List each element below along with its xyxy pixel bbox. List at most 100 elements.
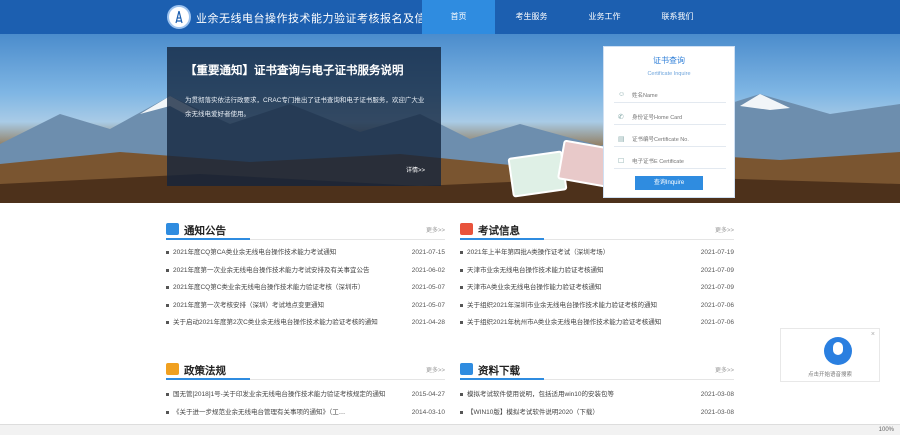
bullet xyxy=(166,286,169,289)
list-item[interactable]: 2021年度第一次业余无线电台操作技术能力考试安排及有关事宜公告 2021-06-… xyxy=(166,262,445,280)
item-title[interactable]: 2021年度第一次业余无线电台操作技术能力考试安排及有关事宜公告 xyxy=(173,262,393,280)
policy-more-link[interactable]: 更多>> xyxy=(426,365,445,374)
close-icon[interactable]: × xyxy=(871,331,875,338)
item-title[interactable]: 国无管[2018]1号-关于印发业余无线电台操作技术能力验证考核规定的通知 xyxy=(173,386,393,404)
item-title[interactable]: 模拟考试软件使用说明，包括适用win10的安装包等 xyxy=(467,386,687,404)
item-date: 2021-03-08 xyxy=(700,391,734,398)
announcement-icon xyxy=(166,223,179,235)
bullet xyxy=(460,303,463,307)
zoom-level[interactable]: 100% xyxy=(879,425,894,435)
book-icon xyxy=(166,363,179,375)
item-title[interactable]: 关于组织2021年深圳市业余无线电台操作技术能力验证考核的通知 xyxy=(467,297,687,315)
checkbox-icon[interactable]: ☐ xyxy=(618,157,624,165)
notice-section-header: 通知公告 更多>> xyxy=(166,218,445,240)
bullet xyxy=(166,410,169,414)
query-subtitle: Certificate Inquire xyxy=(647,71,691,77)
list-item[interactable]: 《关于进一步规范业余无线电台管理有关事项的通知》（工… 2014-03-10 xyxy=(166,404,445,422)
notice-more-link[interactable]: 详情>> xyxy=(406,165,425,174)
notice-more-link[interactable]: 更多>> xyxy=(426,225,445,234)
bullet xyxy=(166,268,169,272)
list-item[interactable]: 天津市业余无线电台操作技术能力验证考核通知 2021-07-09 xyxy=(460,262,734,280)
bullet xyxy=(460,393,463,396)
item-title[interactable]: 2021年度CQ第C类业余无线电台操作技术能力验证考核（深圳市） xyxy=(173,279,393,297)
item-date: 2021-05-07 xyxy=(411,301,445,309)
bullet xyxy=(460,321,463,324)
name-input[interactable] xyxy=(632,89,724,102)
site-header: 业余无线电台操作技术能力验证考核报名及信息管理系统 首页 考生服务 业务工作 联… xyxy=(0,0,900,34)
item-date: 2021-07-06 xyxy=(700,301,734,309)
download-icon xyxy=(460,363,473,375)
certificate-query-panel: 证书查询 Certificate Inquire ☺ ✆ ▤ ☐ 查询Inqui… xyxy=(603,46,735,198)
item-title[interactable]: 2021年上半年第四批A类操作证考试（深圳考场） xyxy=(467,244,687,262)
bullet xyxy=(166,393,169,396)
section-underline xyxy=(460,378,544,380)
list-item[interactable]: 2021年度CQ第CA类业余无线电台操作技术能力考试通知 2021-07-15 xyxy=(166,244,445,262)
list-item[interactable]: 【WIN10版】模拟考试软件说明2020（下载） 2021-03-08 xyxy=(460,404,734,422)
e-cert-field[interactable]: ☐ xyxy=(614,155,726,169)
item-date: 2021-06-02 xyxy=(411,266,445,274)
bullet xyxy=(166,321,169,324)
nav-candidate-service[interactable]: 考生服务 xyxy=(495,0,568,34)
query-button[interactable]: 查询Inquire xyxy=(635,176,703,190)
notice-section: 通知公告 更多>> 2021年度CQ第CA类业余无线电台操作技术能力考试通知 20… xyxy=(166,218,445,332)
download-list: 模拟考试软件使用说明，包括适用win10的安装包等 2021-03-08 【WIN… xyxy=(460,380,734,421)
list-item[interactable]: 国无管[2018]1号-关于印发业余无线电台操作技术能力验证考核规定的通知 201… xyxy=(166,386,445,404)
list-item[interactable]: 关于组织2021年杭州市A类业余无线电台操作技术能力验证考核通知 2021-07-… xyxy=(460,314,734,332)
cert-no-input[interactable] xyxy=(632,133,724,146)
download-section-title: 资料下载 xyxy=(478,365,520,377)
nav-contact[interactable]: 联系我们 xyxy=(641,0,714,34)
list-item[interactable]: 2021年度第一次考核安排（深圳）考试地点变更通知 2021-05-07 xyxy=(166,297,445,315)
item-title[interactable]: 2021年度第一次考核安排（深圳）考试地点变更通知 xyxy=(173,297,393,315)
name-field[interactable]: ☺ xyxy=(614,89,726,103)
item-title[interactable]: 关于组织2021年杭州市A类业余无线电台操作技术能力验证考核通知 xyxy=(467,314,687,332)
id-input[interactable] xyxy=(632,111,724,124)
list-item[interactable]: 2021年度CQ第C类业余无线电台操作技术能力验证考核（深圳市） 2021-05-… xyxy=(166,279,445,297)
item-title[interactable]: 【WIN10版】模拟考试软件说明2020（下载） xyxy=(467,404,687,422)
phone-icon: ✆ xyxy=(618,114,624,121)
main-nav: 首页 考生服务 业务工作 联系我们 xyxy=(422,0,714,34)
list-item[interactable]: 模拟考试软件使用说明，包括适用win10的安装包等 2021-03-08 xyxy=(460,386,734,404)
item-title[interactable]: 天津市A类业余无线电台操作能力验证考核通知 xyxy=(467,279,687,297)
item-date: 2021-07-15 xyxy=(411,249,445,256)
section-underline xyxy=(166,378,250,380)
nav-home[interactable]: 首页 xyxy=(422,0,495,34)
item-date: 2021-03-08 xyxy=(700,408,734,416)
item-title[interactable]: 关于启动2021年度第2次C类业余无线电台操作技术能力验证考核的通知 xyxy=(173,314,393,332)
exam-icon xyxy=(460,223,473,235)
important-notice-panel[interactable]: 【重要通知】证书查询与电子证书服务说明 为贯彻落实依法行政要求，CRAC专门推出… xyxy=(167,47,441,186)
item-date: 2021-07-09 xyxy=(700,284,734,291)
bullet xyxy=(166,251,169,254)
browser-status-bar: 100% xyxy=(0,424,900,435)
cert-no-field[interactable]: ▤ xyxy=(614,133,726,147)
item-title[interactable]: 2021年度CQ第CA类业余无线电台操作技术能力考试通知 xyxy=(173,244,393,262)
e-cert-input[interactable] xyxy=(632,155,724,168)
id-field[interactable]: ✆ xyxy=(614,111,726,125)
exam-section-header: 考试信息 更多>> xyxy=(460,218,734,240)
item-title[interactable]: 《关于进一步规范业余无线电台管理有关事项的通知》（工… xyxy=(173,404,393,422)
voice-search-label: 点击开始语音搜索 xyxy=(807,372,852,378)
bullet xyxy=(166,303,169,307)
list-item[interactable]: 天津市A类业余无线电台操作能力验证考核通知 2021-07-09 xyxy=(460,279,734,297)
nav-business[interactable]: 业务工作 xyxy=(568,0,641,34)
bullet xyxy=(460,286,463,289)
policy-section-header: 政策法规 更多>> xyxy=(166,358,445,380)
crac-logo[interactable] xyxy=(167,5,191,29)
list-item[interactable]: 关于组织2021年深圳市业余无线电台操作技术能力验证考核的通知 2021-07-0… xyxy=(460,297,734,315)
notice-section-title: 通知公告 xyxy=(184,225,226,237)
item-title[interactable]: 天津市业余无线电台操作技术能力验证考核通知 xyxy=(467,262,687,280)
notice-list: 2021年度CQ第CA类业余无线电台操作技术能力考试通知 2021-07-15 2… xyxy=(166,240,445,332)
exam-list: 2021年上半年第四批A类操作证考试（深圳考场） 2021-07-19 天津市业余… xyxy=(460,240,734,332)
antenna-icon xyxy=(175,10,183,24)
list-item[interactable]: 2021年上半年第四批A类操作证考试（深圳考场） 2021-07-19 xyxy=(460,244,734,262)
user-icon: ☺ xyxy=(618,91,626,98)
item-date: 2021-07-06 xyxy=(700,319,734,326)
list-item[interactable]: 关于启动2021年度第2次C类业余无线电台操作技术能力验证考核的通知 2021-0… xyxy=(166,314,445,332)
document-icon: ▤ xyxy=(618,136,625,143)
download-more-link[interactable]: 更多>> xyxy=(715,365,734,374)
microphone-icon[interactable] xyxy=(824,337,852,365)
notice-title[interactable]: 【重要通知】证书查询与电子证书服务说明 xyxy=(185,62,404,78)
item-date: 2021-05-07 xyxy=(411,284,445,291)
exam-more-link[interactable]: 更多>> xyxy=(715,225,734,234)
bullet xyxy=(460,410,463,414)
section-underline xyxy=(166,238,250,240)
